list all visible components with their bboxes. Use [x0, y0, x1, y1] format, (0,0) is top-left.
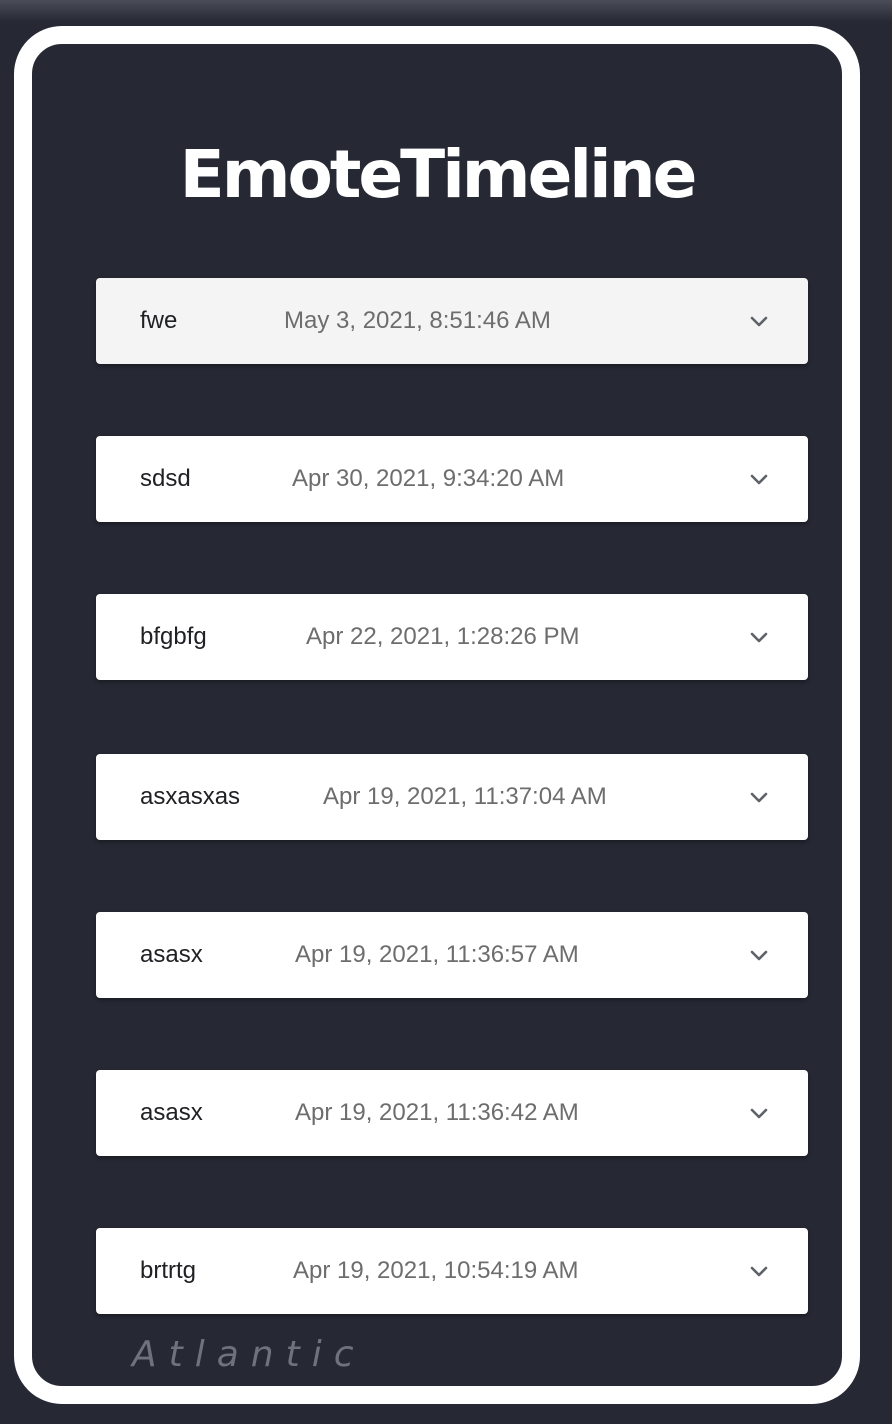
emote-name: sdsd: [140, 465, 191, 492]
emote-timestamp: Apr 30, 2021, 9:34:20 AM: [292, 465, 565, 492]
emote-row[interactable]: asasx Apr 19, 2021, 11:36:57 AM: [96, 912, 808, 998]
chevron-down-icon[interactable]: [748, 310, 770, 332]
emote-name: asxasxas: [140, 783, 241, 810]
emote-timestamp: Apr 22, 2021, 1:28:26 PM: [306, 623, 580, 650]
emote-timestamp: Apr 19, 2021, 11:36:57 AM: [295, 941, 579, 968]
emote-timestamp: May 3, 2021, 8:51:46 AM: [284, 307, 551, 334]
emote-row[interactable]: brtrtg Apr 19, 2021, 10:54:19 AM: [96, 1228, 808, 1314]
emote-row[interactable]: fwe May 3, 2021, 8:51:46 AM: [96, 278, 808, 364]
emote-timestamp: Apr 19, 2021, 11:36:42 AM: [295, 1099, 579, 1126]
emote-timestamp: Apr 19, 2021, 11:37:04 AM: [323, 783, 607, 810]
panel-title: EmoteTimeline: [179, 136, 698, 213]
map-label-atlantic: Atlantic: [132, 1334, 366, 1375]
chevron-down-icon[interactable]: [748, 944, 770, 966]
emote-row[interactable]: bfgbfg Apr 22, 2021, 1:28:26 PM: [96, 594, 808, 680]
scrollbar[interactable]: [856, 268, 860, 854]
chevron-down-icon[interactable]: [748, 1260, 770, 1282]
emote-row[interactable]: sdsd Apr 30, 2021, 9:34:20 AM: [96, 436, 808, 522]
emote-row[interactable]: asasx Apr 19, 2021, 11:36:42 AM: [96, 1070, 808, 1156]
chevron-down-icon[interactable]: [748, 468, 770, 490]
chevron-down-icon[interactable]: [748, 626, 770, 648]
emote-timestamp: Apr 19, 2021, 10:54:19 AM: [293, 1257, 579, 1284]
emote-name: bfgbfg: [140, 623, 207, 650]
emote-name: fwe: [140, 307, 178, 334]
chevron-down-icon[interactable]: [748, 1102, 770, 1124]
map-top-edge: [0, 0, 892, 22]
map-label-ocean: Ocean: [160, 1392, 335, 1404]
emote-timeline-panel: EmoteTimeline Atlantic Ocean fwe May 3, …: [14, 26, 860, 1404]
emote-name: brtrtg: [140, 1257, 197, 1284]
chevron-down-icon[interactable]: [748, 786, 770, 808]
emote-name: asasx: [140, 941, 203, 968]
emote-name: asasx: [140, 1099, 203, 1126]
emote-row[interactable]: asxasxas Apr 19, 2021, 11:37:04 AM: [96, 754, 808, 840]
